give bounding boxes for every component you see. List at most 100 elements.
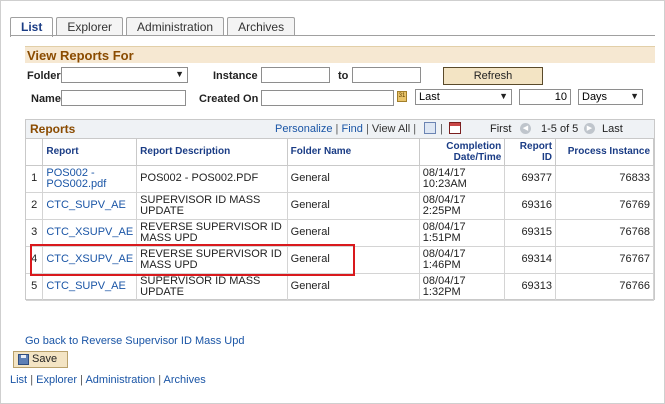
completion-datetime: 08/04/17 1:46PM: [419, 246, 506, 274]
report-link[interactable]: CTC_SUPV_AE: [46, 280, 125, 292]
unit-select[interactable]: Days ▼: [578, 89, 643, 105]
report-link[interactable]: POS002 - POS002.pdf: [46, 167, 106, 190]
save-button[interactable]: Save: [13, 351, 68, 368]
save-label: Save: [32, 353, 58, 365]
column-header-completion[interactable]: Completion Date/Time: [419, 139, 506, 166]
folder-name: General: [287, 192, 420, 220]
download-icon[interactable]: [449, 122, 461, 134]
folder-label: Folder: [27, 70, 61, 82]
folder-select[interactable]: ▼: [61, 67, 188, 83]
personalize-link[interactable]: Personalize: [275, 123, 332, 135]
separator: |: [413, 123, 417, 135]
report-id: 69313: [504, 273, 557, 301]
separator: |: [158, 374, 162, 386]
refresh-button[interactable]: Refresh: [443, 67, 543, 85]
row-number-header: [26, 139, 44, 166]
row-range: 1-5 of 5: [541, 123, 579, 135]
find-link[interactable]: Find: [341, 123, 362, 135]
next-icon[interactable]: ▶: [584, 123, 595, 134]
chevron-down-icon: ▼: [499, 91, 508, 101]
completion-time: 1:46PM: [422, 258, 461, 271]
column-header-report-id[interactable]: Report ID: [504, 139, 557, 166]
completion-time: 2:25PM: [422, 204, 461, 217]
report-description: REVERSE SUPERVISOR ID MASS UPD: [136, 246, 288, 274]
bottom-link-archives[interactable]: Archives: [164, 374, 206, 386]
column-header-folder[interactable]: Folder Name: [287, 139, 420, 166]
report-description: POS002 - POS002.PDF: [136, 165, 288, 193]
name-input[interactable]: [61, 90, 186, 106]
folder-name: General: [287, 165, 420, 193]
bottom-link-list[interactable]: List: [10, 374, 27, 386]
calendar-icon[interactable]: 31: [397, 91, 407, 102]
separator: |: [335, 123, 339, 135]
bottom-nav: List | Explorer | Administration | Archi…: [10, 374, 206, 386]
folder-name: General: [287, 219, 420, 247]
column-header-report[interactable]: Report: [42, 139, 138, 166]
last-label[interactable]: Last: [602, 123, 623, 135]
report-id: 69315: [504, 219, 557, 247]
view-all-link[interactable]: View All: [372, 123, 410, 135]
zoom-icon[interactable]: [424, 122, 436, 134]
separator: |: [80, 374, 83, 386]
report-link[interactable]: CTC_XSUPV_AE: [46, 253, 133, 265]
process-instance: 76768: [555, 219, 654, 247]
tab-administration[interactable]: Administration: [126, 17, 225, 36]
tab-list[interactable]: List: [10, 17, 54, 37]
first-label[interactable]: First: [490, 123, 511, 135]
completion-datetime: 08/04/17 2:25PM: [419, 192, 506, 220]
table-row: 4 CTC_XSUPV_AE REVERSE SUPERVISOR ID MAS…: [26, 246, 654, 274]
completion-datetime: 08/04/17 1:51PM: [419, 219, 506, 247]
chevron-down-icon: ▼: [630, 91, 639, 101]
report-link[interactable]: CTC_SUPV_AE: [46, 199, 125, 211]
previous-icon[interactable]: ◀: [520, 123, 531, 134]
report-id: 69316: [504, 192, 557, 220]
completion-time: 10:23AM: [422, 177, 467, 190]
tab-bar: List Explorer Administration Archives: [10, 17, 298, 37]
separator: |: [365, 123, 369, 135]
report-description: SUPERVISOR ID MASS UPDATE: [136, 273, 288, 301]
separator: |: [440, 123, 443, 135]
table-row: 5 CTC_SUPV_AE SUPERVISOR ID MASS UPDATE …: [26, 273, 654, 301]
folder-name: General: [287, 273, 420, 301]
unit-value: Days: [582, 91, 608, 103]
process-instance: 76833: [555, 165, 654, 193]
range-value: Last: [419, 91, 440, 103]
to-label: to: [338, 70, 349, 82]
instance-to-input[interactable]: [352, 67, 421, 83]
chevron-down-icon: ▼: [175, 69, 184, 79]
grid-header: Reports Personalize | Find | View All | …: [26, 120, 654, 139]
process-instance: 76769: [555, 192, 654, 220]
row-number: 3: [26, 219, 44, 247]
reports-table: Report Report Description Folder Name Co…: [26, 139, 654, 301]
column-header-process-instance[interactable]: Process Instance: [555, 139, 654, 166]
completion-time: 1:51PM: [422, 231, 461, 244]
row-number: 1: [26, 165, 44, 193]
range-select[interactable]: Last ▼: [415, 89, 512, 105]
count-input[interactable]: [519, 89, 571, 105]
grid-title: Reports: [30, 122, 76, 136]
process-instance: 76766: [555, 273, 654, 301]
completion-datetime: 08/04/17 1:32PM: [419, 273, 506, 301]
go-back-link[interactable]: Go back to Reverse Supervisor ID Mass Up…: [25, 335, 244, 347]
table-header-row: Report Report Description Folder Name Co…: [26, 139, 654, 166]
grid-nav: Personalize | Find | View All |: [275, 123, 416, 135]
row-number: 2: [26, 192, 44, 220]
report-link[interactable]: CTC_XSUPV_AE: [46, 226, 133, 238]
tab-archives[interactable]: Archives: [227, 17, 296, 36]
column-header-description[interactable]: Report Description: [136, 139, 288, 166]
instance-label: Instance: [213, 70, 258, 82]
save-icon: [18, 354, 29, 365]
instance-from-input[interactable]: [261, 67, 330, 83]
table-row: 1 POS002 - POS002.pdf POS002 - POS002.PD…: [26, 165, 654, 193]
report-description: SUPERVISOR ID MASS UPDATE: [136, 192, 288, 220]
bottom-link-administration[interactable]: Administration: [85, 374, 155, 386]
created-on-input[interactable]: [261, 90, 394, 106]
completion-time: 1:32PM: [422, 285, 461, 298]
report-id: 69314: [504, 246, 557, 274]
bottom-link-explorer[interactable]: Explorer: [36, 374, 77, 386]
separator: |: [30, 374, 34, 386]
tab-explorer[interactable]: Explorer: [56, 17, 124, 36]
created-on-label: Created On: [199, 93, 259, 105]
reports-grid: Reports Personalize | Find | View All | …: [25, 119, 655, 301]
process-instance: 76767: [555, 246, 654, 274]
